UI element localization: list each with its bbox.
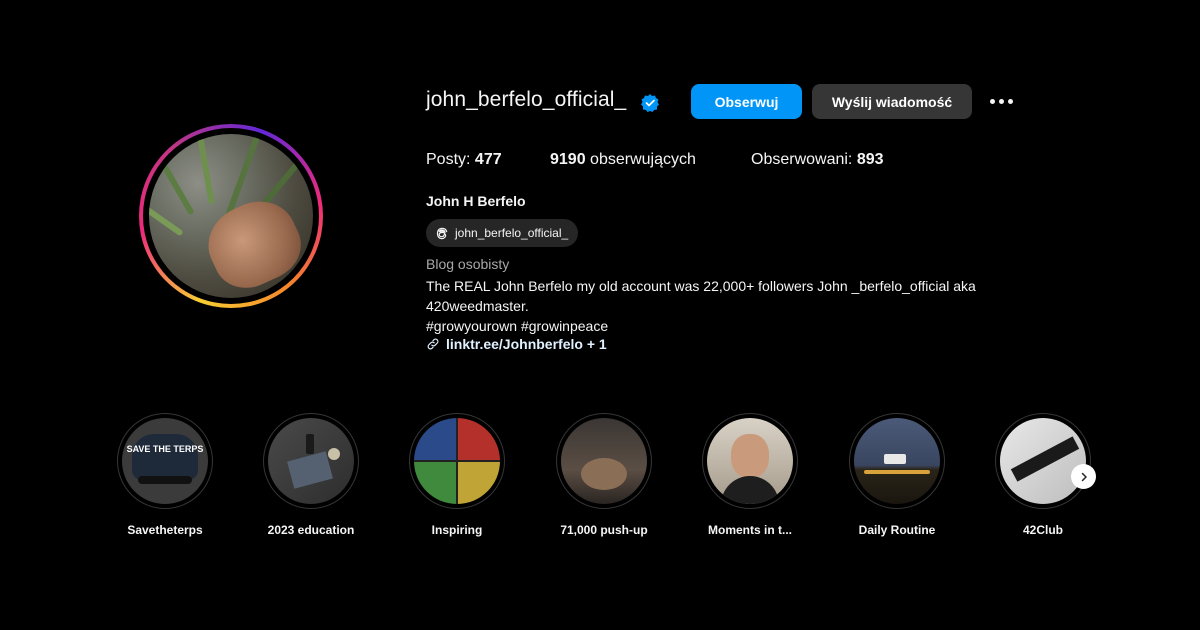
profile-category: Blog osobisty — [426, 256, 510, 272]
highlight-label: Moments in t... — [708, 523, 792, 537]
highlight-label: 2023 education — [267, 523, 355, 537]
highlight-item[interactable]: Daily Routine — [849, 413, 945, 537]
send-message-button[interactable]: Wyślij wiadomość — [812, 84, 972, 119]
avatar-leaf — [193, 134, 215, 205]
sign-shape — [884, 454, 906, 464]
cap-shape — [132, 434, 198, 480]
cap-text: SAVE THE TERPS — [126, 444, 204, 454]
highlight-item[interactable]: SAVE THE TERPS Savetheterps — [117, 413, 213, 537]
profile-username: john_berfelo_official_ — [426, 88, 627, 111]
person-shape — [581, 458, 627, 490]
more-dot — [990, 98, 995, 104]
tool-shape — [306, 434, 314, 454]
link-icon — [427, 338, 439, 350]
shirt-shape — [721, 476, 779, 504]
highlight-thumbnail — [414, 418, 500, 504]
face-shape — [731, 434, 769, 478]
highlight-ring — [263, 413, 359, 509]
profile-link-row[interactable]: linktr.ee/Johnberfelo + 1 — [426, 336, 607, 352]
avatar-story-ring[interactable] — [139, 124, 323, 308]
chevron-right-icon — [1081, 472, 1087, 481]
following-stat[interactable]: Obserwowani: 893 — [751, 151, 884, 169]
highlight-thumbnail — [268, 418, 354, 504]
highlight-thumbnail — [1000, 418, 1086, 504]
avatar-face — [196, 188, 312, 298]
card-shape — [287, 451, 333, 489]
highlight-thumbnail — [561, 418, 647, 504]
highlight-label: Savetheterps — [127, 523, 203, 537]
avatar[interactable] — [149, 134, 313, 298]
highlight-ring — [556, 413, 652, 509]
lights-shape — [864, 470, 930, 474]
threads-icon — [436, 227, 448, 240]
posts-label: Posty: — [426, 151, 471, 168]
highlight-item[interactable]: Moments in t... — [702, 413, 798, 537]
profile-link[interactable]: linktr.ee/Johnberfelo + 1 — [446, 336, 607, 352]
highlight-label: Inspiring — [431, 523, 483, 537]
more-options-icon[interactable] — [990, 94, 1020, 108]
cap-brim — [138, 476, 192, 484]
highlight-thumbnail — [854, 418, 940, 504]
highlight-thumbnail: SAVE THE TERPS — [122, 418, 208, 504]
highlight-label: Daily Routine — [858, 523, 936, 537]
profile-bio: The REAL John Berfelo my old account was… — [426, 276, 1036, 336]
highlight-label: 42Club — [1022, 523, 1063, 537]
highlight-item[interactable]: Inspiring — [409, 413, 505, 537]
followers-label: obserwujących — [590, 151, 696, 168]
divider-line — [414, 460, 500, 462]
highlight-thumbnail — [707, 418, 793, 504]
highlight-ring — [849, 413, 945, 509]
verified-badge-icon — [641, 94, 659, 112]
following-label: Obserwowani: — [751, 151, 853, 168]
highlight-item[interactable]: 71,000 push-up — [556, 413, 652, 537]
following-count: 893 — [856, 151, 884, 168]
followers-count: 9190 — [550, 151, 586, 168]
bio-line: #growyourown #growinpeace — [426, 318, 609, 334]
banner-shape — [1010, 436, 1080, 482]
highlight-ring — [409, 413, 505, 509]
highlight-item[interactable]: 2023 education — [263, 413, 359, 537]
posts-count: 477 — [474, 151, 502, 168]
more-dot — [1008, 98, 1013, 104]
more-dot — [999, 98, 1004, 104]
highlight-label: 71,000 push-up — [560, 523, 648, 537]
highlight-ring — [702, 413, 798, 509]
highlight-ring: SAVE THE TERPS — [117, 413, 213, 509]
followers-stat[interactable]: 9190 obserwujących — [550, 151, 696, 169]
threads-badge[interactable]: john_berfelo_official_ — [426, 219, 579, 247]
follow-button[interactable]: Obserwuj — [691, 84, 802, 119]
profile-full-name: John H Berfelo — [426, 193, 526, 209]
threads-handle: john_berfelo_official_ — [455, 226, 569, 240]
jar-shape — [328, 448, 340, 460]
bio-line: The REAL John Berfelo my old account was… — [426, 278, 976, 294]
highlight-ring — [995, 413, 1091, 509]
highlights-next-button[interactable] — [1071, 464, 1096, 489]
bio-line: 420weedmaster. — [426, 298, 529, 314]
posts-stat: Posty: 477 — [426, 151, 502, 169]
